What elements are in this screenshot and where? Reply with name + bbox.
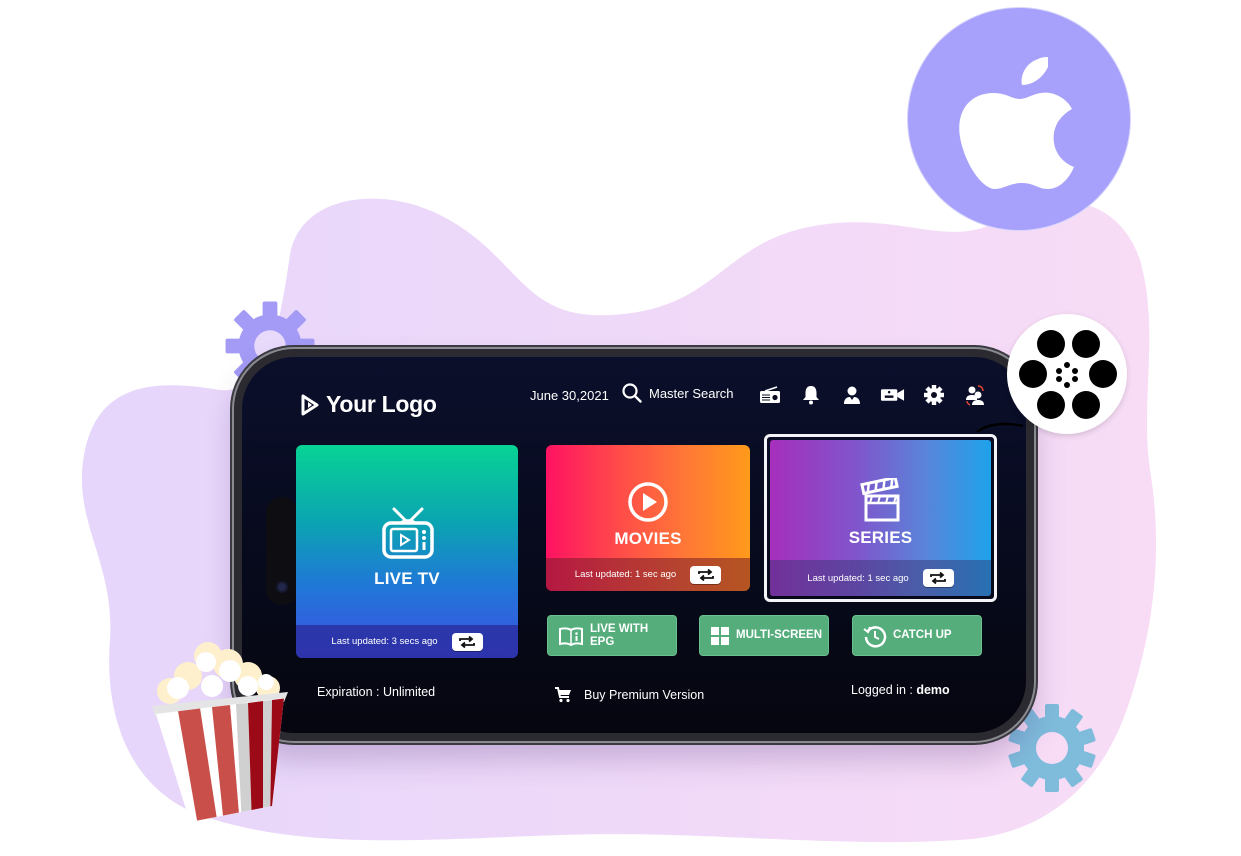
search-icon [622,383,642,403]
film-reel-decoration [1007,314,1127,434]
catch-up-label: CATCH UP [893,629,952,642]
multi-screen-button[interactable]: MULTI-SCREEN [699,615,829,656]
buy-premium-button[interactable]: Buy Premium Version [554,687,704,703]
apple-badge [908,8,1130,230]
movies-card[interactable]: MOVIES Last updated: 1 sec ago [546,445,750,591]
catch-up-button[interactable]: CATCH UP [852,615,982,656]
series-card-focus-frame[interactable]: SERIES Last updated: 1 sec ago [764,434,997,602]
app-screen: Your Logo June 30,2021 Master Search LIV… [242,357,1026,733]
radio-button[interactable] [757,383,782,407]
refresh-icon [459,635,475,648]
current-date: June 30,2021 [530,388,609,403]
profile-button[interactable] [839,383,864,407]
series-refresh-button[interactable] [922,569,954,587]
live-with-epg-line2: EPG [590,635,615,648]
recordings-button[interactable] [880,383,905,407]
switch-user-icon [965,385,984,406]
record-camera-icon [880,389,905,401]
header-icons [757,383,987,407]
history-icon [863,625,887,648]
live-with-epg-label: LIVE WITH EPG [590,623,648,647]
guide-book-icon [559,626,583,646]
movies-last-updated: Last updated: 1 sec ago [574,569,677,580]
refresh-icon [697,568,714,581]
play-logo-icon [301,394,319,415]
movies-refresh-button[interactable] [690,565,722,584]
cart-icon [555,687,571,703]
buy-premium-label: Buy Premium Version [584,688,705,702]
film-strip-curve [976,422,1024,434]
live-tv-footer: Last updated: 3 secs ago [296,625,518,658]
series-label: SERIES [848,528,913,547]
master-search-button[interactable]: Master Search [622,383,734,403]
tv-icon [382,507,434,559]
clapperboard-icon [860,478,900,522]
film-reel-icon [1019,330,1117,419]
series-footer: Last updated: 1 sec ago [770,560,991,596]
live-tv-refresh-button[interactable] [451,632,483,651]
grid-icon [711,626,729,645]
apple-icon [959,57,1074,189]
live-tv-last-updated: Last updated: 3 secs ago [331,636,438,647]
movies-label: MOVIES [614,529,682,548]
play-circle-icon [628,482,668,522]
switch-user-button[interactable] [962,383,987,407]
movies-footer: Last updated: 1 sec ago [546,558,750,591]
app-logo[interactable]: Your Logo [300,391,437,418]
logo-text: Your Logo [326,391,437,417]
camera-notch [266,497,298,605]
logged-in-label: Logged in : [851,683,917,697]
logged-in-user: demo [916,683,950,697]
settings-button[interactable] [921,383,946,407]
refresh-icon [930,572,947,584]
expiration-status: Expiration : Unlimited [317,685,436,699]
popcorn-decoration [152,642,288,822]
master-search-label: Master Search [649,385,734,401]
logged-in-status: Logged in : demo [851,683,950,697]
live-with-epg-line1: LIVE WITH [590,623,649,636]
radio-icon [759,386,780,403]
series-last-updated: Last updated: 1 sec ago [807,572,909,584]
front-camera [278,583,286,591]
live-tv-card[interactable]: LIVE TV Last updated: 3 secs ago [296,445,518,658]
user-icon [843,386,860,404]
multi-screen-label: MULTI-SCREEN [736,629,823,642]
live-with-epg-button[interactable]: LIVE WITH EPG [547,615,677,656]
phone-frame: Your Logo June 30,2021 Master Search LIV… [234,349,1034,741]
series-card[interactable]: SERIES Last updated: 1 sec ago [770,440,991,596]
live-tv-label: LIVE TV [374,569,440,588]
bell-icon [802,386,819,405]
notifications-button[interactable] [798,383,823,407]
gear-icon [923,385,944,405]
